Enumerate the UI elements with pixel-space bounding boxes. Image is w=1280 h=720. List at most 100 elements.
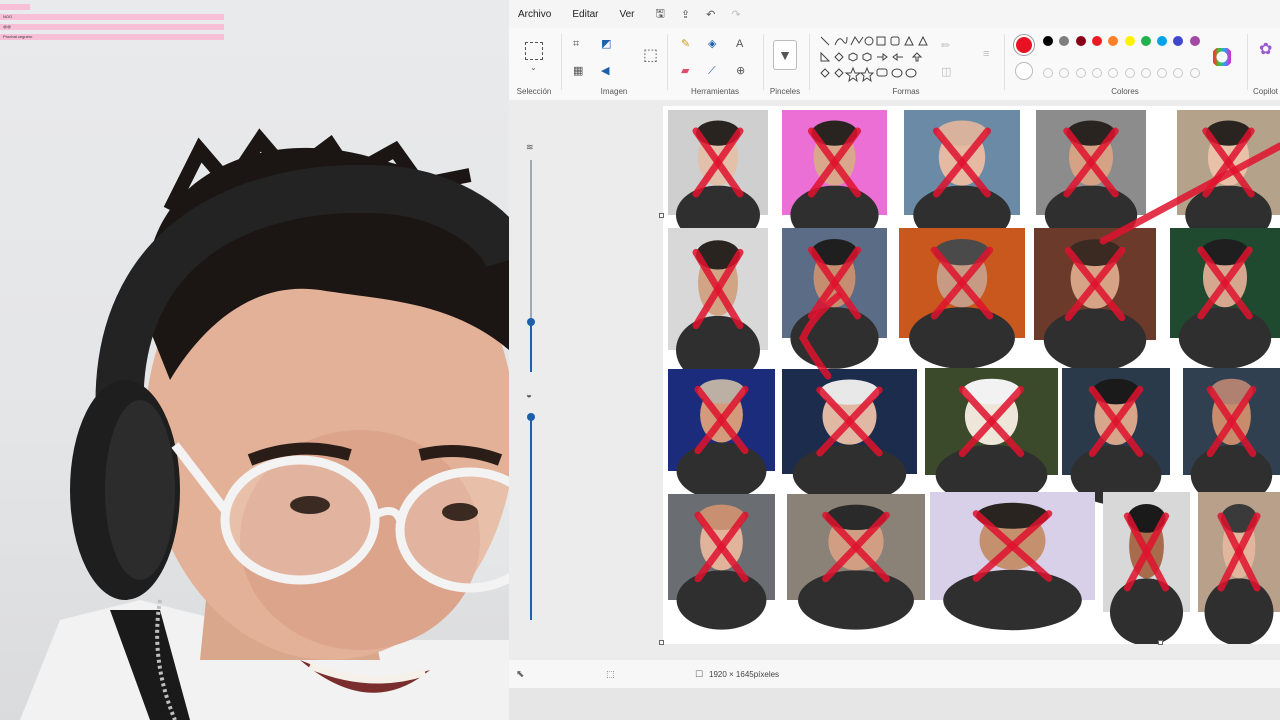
redo-icon[interactable]: ↷ — [731, 8, 740, 21]
chat-message: @@ — [0, 24, 224, 30]
color-swatch[interactable] — [1157, 36, 1168, 46]
color-swatch[interactable] — [1091, 36, 1102, 46]
brushes-group: ▼ Pinceles — [765, 28, 805, 100]
canvas-thumbnail — [1183, 368, 1280, 505]
color-swatch[interactable] — [1140, 68, 1151, 78]
image-group: ⌗ ◩ ▦ ◀ ⬚ Imagen — [563, 28, 665, 100]
ribbon-divider — [1004, 34, 1005, 90]
color-picker-icon[interactable]: ⟋ — [708, 65, 716, 77]
menu-editar[interactable]: Editar — [572, 9, 598, 20]
canvas-resize-handle[interactable] — [659, 640, 664, 645]
rectangle-select-icon[interactable] — [525, 42, 543, 60]
canvas-thumbnail — [925, 368, 1058, 505]
copilot-icon[interactable]: ✿ — [1259, 42, 1272, 58]
ribbon-divider — [763, 34, 764, 90]
menu-archivo[interactable]: Archivo — [518, 9, 551, 20]
shape-gallery[interactable] — [819, 35, 929, 85]
canvas-resize-handle[interactable] — [659, 213, 664, 218]
canvas-thumbnail — [668, 110, 768, 245]
chevron-down-icon[interactable]: ⌄ — [530, 62, 537, 74]
brush-icon[interactable]: ▼ — [773, 40, 797, 70]
color-swatch[interactable] — [1091, 68, 1102, 78]
opacity-icon: ◒ — [526, 390, 533, 401]
color-swatch[interactable] — [1173, 68, 1184, 78]
color-swatch[interactable] — [1059, 36, 1070, 46]
opacity-slider-thumb[interactable] — [527, 413, 535, 421]
ribbon-divider — [561, 34, 562, 90]
canvas-thumbnail — [1198, 492, 1280, 644]
canvas-thumbnail — [782, 110, 887, 245]
color-swatch[interactable] — [1108, 36, 1119, 46]
ribbon-divider — [667, 34, 668, 90]
color-swatch[interactable] — [1189, 68, 1200, 78]
menu-ver[interactable]: Ver — [619, 9, 634, 20]
canvas-thumbnail — [782, 369, 917, 504]
chat-message: NOO — [0, 14, 224, 20]
size-slider-thumb[interactable] — [527, 318, 535, 326]
group-label-image: Imagen — [600, 87, 628, 96]
ribbon-divider — [809, 34, 810, 90]
eraser-icon[interactable]: ▰ — [681, 65, 689, 77]
color-swatch[interactable] — [1157, 68, 1168, 78]
canvas-thumbnail — [668, 228, 768, 385]
color-swatch[interactable] — [1124, 36, 1135, 46]
rotate-icon[interactable]: ◀ — [601, 65, 609, 77]
color-swatch[interactable] — [1043, 36, 1053, 46]
shape-fill-icon[interactable]: ◫ — [941, 66, 951, 78]
color-swatch[interactable] — [1173, 36, 1184, 46]
canvas-size-icon: ☐ — [695, 668, 704, 679]
remove-background-icon[interactable]: ▦ — [573, 65, 583, 77]
share-icon[interactable]: ⇪ — [681, 8, 690, 21]
status-bar: ⬉ ⬚ ☐ 1920 × 1645píxeles — [509, 660, 1280, 688]
group-label-brushes: Pinceles — [769, 87, 801, 96]
color-swatch[interactable] — [1059, 68, 1070, 78]
stream-chat-overlay: NOO @@ Prochat ceguero — [0, 4, 224, 44]
pencil-icon[interactable]: ✎ — [681, 38, 690, 50]
color-swatch[interactable] — [1075, 36, 1086, 46]
undo-icon[interactable]: ↶ — [706, 8, 715, 21]
canvas-thumbnail — [930, 492, 1095, 631]
color-swatch[interactable] — [1043, 68, 1053, 78]
fill-icon[interactable]: ◈ — [708, 38, 716, 50]
copilot-group: ✿ Copilot — [1249, 28, 1280, 100]
canvas-thumbnail — [787, 494, 925, 630]
canvas-resize-handle[interactable] — [1158, 640, 1163, 645]
opacity-slider-fill — [530, 414, 532, 620]
color-swatch[interactable] — [1189, 36, 1200, 46]
canvas-drawing — [668, 110, 1280, 644]
size-slider-track[interactable] — [530, 160, 532, 322]
canvas-thumbnail — [1103, 492, 1190, 644]
bottom-strip — [509, 688, 1280, 720]
color-swatch[interactable] — [1140, 36, 1151, 46]
ribbon-toolbar: ⌄ Selección ⌗ ◩ ▦ ◀ ⬚ Imagen ✎ ◈ A ▰ ⟋ ⊕… — [509, 28, 1280, 100]
colors-group: Colores — [1006, 28, 1244, 100]
streamer-video — [20, 128, 509, 720]
shape-size-icon[interactable]: ≡ — [983, 48, 989, 60]
outline-icon[interactable]: ✏ — [941, 40, 950, 52]
canvas-thumbnail — [1034, 228, 1156, 372]
canvas-thumbnail — [1170, 228, 1280, 369]
side-sliders: ≋ ◒ — [521, 136, 543, 630]
canvas-thumbnail — [904, 110, 1020, 245]
text-icon[interactable]: A — [736, 38, 743, 50]
save-icon[interactable]: 🖫 — [656, 5, 665, 24]
resize-icon[interactable]: ◩ — [601, 38, 611, 50]
webcam-feed: NOO @@ Prochat ceguero — [0, 0, 509, 720]
active-color-swatch[interactable] — [1014, 35, 1034, 55]
magnifier-icon[interactable]: ⊕ — [736, 65, 745, 77]
crop-icon[interactable]: ⌗ — [573, 38, 579, 50]
color-swatch[interactable] — [1108, 68, 1119, 78]
cursor-icon: ⬉ — [516, 668, 525, 680]
color-swatch[interactable] — [1124, 68, 1135, 78]
secondary-color-swatch[interactable] — [1015, 62, 1033, 80]
paint-window: Archivo Editar Ver 🖫 ⇪ ↶ ↷ ⌄ Selección ⌗… — [509, 0, 1280, 688]
color-swatch[interactable] — [1075, 68, 1086, 78]
drawing-canvas[interactable] — [663, 106, 1280, 644]
canvas-dimensions: 1920 × 1645píxeles — [709, 669, 780, 679]
image-generator-icon[interactable]: ⬚ — [643, 48, 658, 64]
canvas-thumbnail — [899, 228, 1025, 369]
selection-size-icon: ⬚ — [606, 668, 615, 679]
canvas-thumbnail — [1062, 368, 1170, 505]
color-wheel-icon[interactable] — [1213, 48, 1231, 66]
selection-group: ⌄ Selección — [509, 28, 559, 100]
